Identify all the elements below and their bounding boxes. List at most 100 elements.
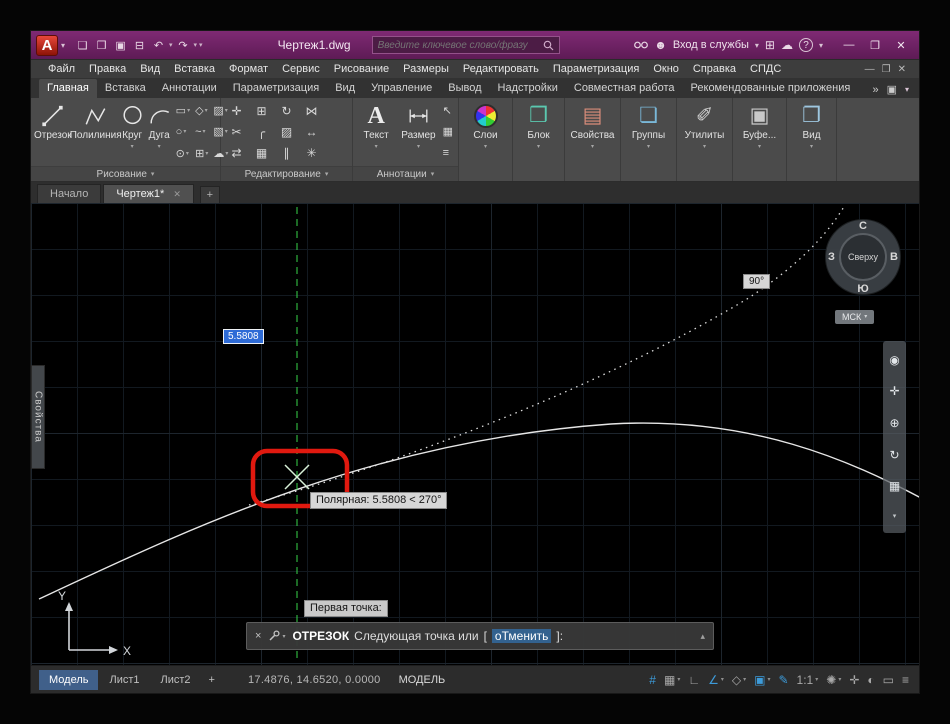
signin-caret-icon[interactable]: ▾ [755, 41, 759, 50]
osnap-toggle-icon[interactable]: ▣▾ [754, 673, 770, 687]
scale-tool-icon[interactable]: ⇄ [231, 146, 241, 160]
undo-caret-icon[interactable]: ▾ [169, 41, 173, 49]
menu-file[interactable]: Файл [41, 63, 82, 75]
file-tab-start[interactable]: Начало [37, 184, 101, 203]
ucs-selector[interactable]: МСК▾ [835, 310, 874, 324]
binoculars-icon[interactable] [634, 40, 648, 50]
panel-modify-label[interactable]: Редактирование▾ [221, 166, 352, 181]
layout-tab-list1[interactable]: Лист1 [99, 670, 149, 690]
spline-tool-button[interactable]: ~▾ [193, 123, 210, 140]
menu-parametric[interactable]: Параметризация [546, 63, 646, 75]
menu-insert[interactable]: Вставка [167, 63, 222, 75]
offset-tool-icon[interactable]: ∥ [284, 146, 290, 160]
app-menu-button[interactable]: A [36, 35, 58, 56]
copy-tool-icon[interactable]: ⊞ [256, 104, 266, 118]
trim-tool-icon[interactable]: ✂ [231, 125, 241, 139]
layout-tab-model[interactable]: Модель [39, 670, 98, 690]
menu-format[interactable]: Формат [222, 63, 275, 75]
erase-tool-icon[interactable]: ▨ [281, 125, 292, 139]
properties-palette-tab[interactable]: Свойства [31, 365, 45, 469]
steering-wheel-icon[interactable]: ◉ [889, 354, 899, 366]
file-tab-drawing1[interactable]: Чертеж1*✕ [103, 184, 194, 203]
doc-close-icon[interactable]: ✕ [898, 64, 906, 75]
ribbon-tab-addins[interactable]: Надстройки [490, 79, 566, 98]
annotation-scale-button[interactable]: 1:1▾ [797, 673, 819, 687]
plot-icon[interactable]: ⊟ [131, 39, 148, 52]
maximize-button[interactable]: ❐ [862, 35, 888, 55]
doc-restore-icon[interactable]: ❐ [882, 64, 891, 75]
table-tool-button[interactable]: ▦ [441, 123, 455, 140]
ribbon-tab-home[interactable]: Главная [39, 79, 97, 98]
viewcube[interactable]: С Ю З В Сверху [825, 219, 901, 295]
pan-icon[interactable]: ✛ [889, 385, 899, 397]
menu-help[interactable]: Справка [686, 63, 743, 75]
panel-annotate-label[interactable]: Аннотации▾ [353, 166, 458, 181]
ortho-toggle-icon[interactable]: ∟ [688, 673, 700, 687]
drawing-canvas[interactable]: Y X Свойства 5.5808 Полярная: 5.5808 < 2… [31, 203, 919, 665]
redo-icon[interactable]: ↷ [175, 39, 192, 52]
circle-caret-icon[interactable]: ▾ [131, 143, 134, 150]
grid-toggle-icon[interactable]: # [649, 673, 656, 687]
ribbon-tab-annotate[interactable]: Аннотации [154, 79, 225, 98]
orbit-icon[interactable]: ↻ [889, 449, 899, 461]
dimension-caret-icon[interactable]: ▾ [417, 143, 420, 150]
command-close-icon[interactable]: × [255, 630, 261, 642]
dynamic-input-value[interactable]: 5.5808 [223, 329, 264, 344]
save-icon[interactable]: ▣ [112, 39, 129, 52]
layers-button[interactable]: Слои ▾ [459, 98, 512, 150]
clean-screen-icon[interactable]: ▭ [883, 673, 894, 687]
viewcube-face-top[interactable]: Сверху [839, 233, 887, 281]
search-icon[interactable] [543, 40, 554, 51]
menu-spds[interactable]: СПДС [743, 63, 788, 75]
a360-cloud-icon[interactable]: ☁ [781, 38, 793, 52]
viewcube-west[interactable]: З [828, 251, 835, 263]
ribbon-tab-view[interactable]: Вид [327, 79, 363, 98]
ellipse-tool-button[interactable]: ○▾ [174, 123, 192, 140]
annotation-toggle-icon[interactable]: ✎ [778, 673, 788, 687]
view-button[interactable]: ❐ Вид ▾ [787, 98, 836, 150]
viewcube-south[interactable]: Ю [857, 283, 868, 295]
leader-tool-button[interactable]: ↖ [441, 102, 455, 119]
new-layout-button[interactable]: + [202, 670, 222, 690]
point-tool-button[interactable]: ⊙▾ [174, 145, 192, 162]
mirror-tool-icon[interactable]: ⋈ [306, 104, 318, 118]
ribbon-tab-parametric[interactable]: Параметризация [225, 79, 327, 98]
polygon-tool-button[interactable]: ◇▾ [193, 102, 210, 119]
ribbon-tab-output[interactable]: Вывод [440, 79, 489, 98]
zoom-icon[interactable]: ⊕ [889, 417, 899, 429]
menu-dimension[interactable]: Размеры [396, 63, 456, 75]
mtext-tool-button[interactable]: ≡ [441, 145, 455, 162]
new-file-icon[interactable]: ❏ [74, 39, 91, 52]
ribbon-tab-featured-apps[interactable]: Рекомендованные приложения [683, 79, 859, 98]
help-search-field[interactable] [372, 36, 560, 54]
minimize-button[interactable]: — [836, 35, 862, 55]
move-tool-icon[interactable]: ✛ [231, 104, 241, 118]
viewcube-north[interactable]: С [859, 220, 867, 232]
command-option-undo[interactable]: оТменить [492, 629, 551, 643]
tab-overflow-icon[interactable]: » [872, 84, 878, 96]
panel-draw-label[interactable]: Рисование▾ [31, 166, 220, 181]
redo-caret-icon[interactable]: ▾ [194, 41, 198, 49]
viewcube-east[interactable]: В [890, 251, 898, 263]
arc-entity[interactable] [39, 423, 919, 599]
exchange-apps-icon[interactable]: ⊞ [765, 38, 775, 52]
qat-customize-caret-icon[interactable]: ▾ [199, 41, 203, 49]
menu-tools[interactable]: Сервис [275, 63, 327, 75]
menu-edit[interactable]: Правка [82, 63, 133, 75]
command-prompt-text[interactable]: ОТРЕЗОК Следующая точка или [оТменить]: [292, 629, 563, 643]
ribbon-tab-collaborate[interactable]: Совместная работа [566, 79, 683, 98]
fillet-tool-icon[interactable]: ╭ [258, 125, 265, 139]
workspace-switch-icon[interactable]: ✺▾ [826, 673, 841, 687]
text-tool-button[interactable]: А Текст ▾ [356, 100, 396, 164]
help-icon[interactable]: ? [799, 38, 813, 52]
ribbon-tab-manage[interactable]: Управление [363, 79, 440, 98]
show-motion-icon[interactable]: ▦ [889, 480, 900, 492]
menu-window[interactable]: Окно [646, 63, 686, 75]
circle-tool-button[interactable]: Круг ▾ [120, 100, 145, 164]
array-tool-icon[interactable]: ▦ [256, 146, 267, 160]
customize-status-icon[interactable]: ≡ [902, 673, 909, 687]
menu-view[interactable]: Вид [133, 63, 167, 75]
line-tool-button[interactable]: Отрезок [34, 100, 72, 164]
command-line-bar[interactable]: × ▾ ОТРЕЗОК Следующая точка или [оТменит… [246, 622, 714, 650]
arc-caret-icon[interactable]: ▾ [158, 143, 161, 150]
